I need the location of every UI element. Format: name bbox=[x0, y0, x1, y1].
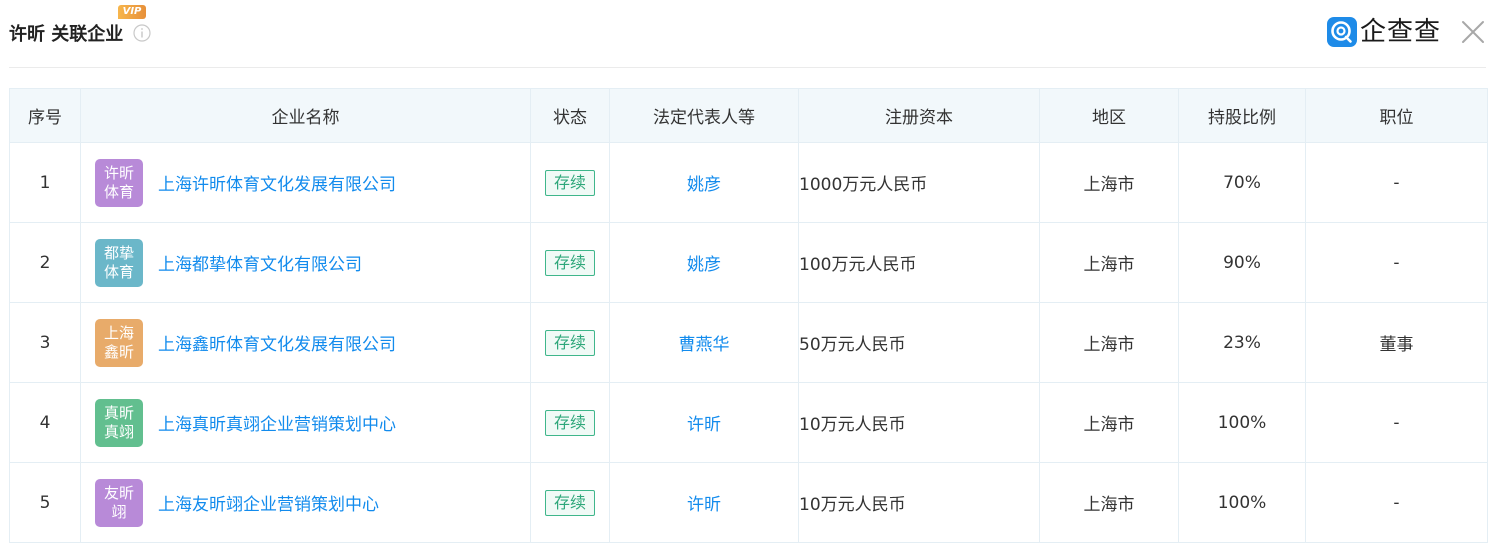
region-cell: 上海市 bbox=[1039, 222, 1179, 303]
position-cell: - bbox=[1305, 462, 1488, 543]
column-header-representative: 法定代表人等 bbox=[609, 88, 799, 143]
row-index: 3 bbox=[9, 302, 81, 383]
company-name-link[interactable]: 上海真昕真翊企业营销策划中心 bbox=[158, 410, 396, 435]
representative-cell: 许昕 bbox=[609, 382, 799, 463]
table-row: 3 上海 鑫昕 上海鑫昕体育文化发展有限公司 存续 曹燕华 50万元人民币 上海… bbox=[9, 302, 1488, 383]
company-avatar: 许昕 体育 bbox=[95, 158, 143, 207]
close-icon[interactable] bbox=[1460, 19, 1486, 45]
column-header-position: 职位 bbox=[1305, 88, 1488, 143]
company-cell: 真昕 真翊 上海真昕真翊企业营销策划中心 bbox=[80, 382, 531, 463]
status-cell: 存续 bbox=[530, 302, 610, 383]
company-name-link[interactable]: 上海都挚体育文化有限公司 bbox=[158, 250, 362, 275]
representative-cell: 姚彦 bbox=[609, 222, 799, 303]
qichacha-logo-icon bbox=[1327, 17, 1357, 47]
avatar-text-line: 都挚 bbox=[103, 243, 134, 262]
table-header-row: 序号 企业名称 状态 法定代表人等 注册资本 地区 持股比例 职位 bbox=[9, 88, 1488, 143]
row-index: 4 bbox=[9, 382, 81, 463]
status-badge: 存续 bbox=[544, 489, 595, 516]
capital-cell: 10万元人民币 bbox=[798, 462, 1040, 543]
company-name-link[interactable]: 上海许昕体育文化发展有限公司 bbox=[158, 170, 396, 195]
company-name-link[interactable]: 上海鑫昕体育文化发展有限公司 bbox=[158, 330, 396, 355]
region-cell: 上海市 bbox=[1039, 462, 1179, 543]
position-cell: - bbox=[1305, 142, 1488, 223]
table-row: 2 都挚 体育 上海都挚体育文化有限公司 存续 姚彦 100万元人民币 上海市 … bbox=[9, 222, 1488, 303]
qichacha-logo: 企查查 bbox=[1327, 17, 1447, 47]
region-cell: 上海市 bbox=[1039, 142, 1179, 223]
row-index: 2 bbox=[9, 222, 81, 303]
column-header-share: 持股比例 bbox=[1178, 88, 1306, 143]
column-header-company: 企业名称 bbox=[80, 88, 531, 143]
share-cell: 90% bbox=[1178, 222, 1306, 303]
representative-link[interactable]: 许昕 bbox=[687, 415, 721, 435]
share-cell: 70% bbox=[1178, 142, 1306, 223]
company-avatar: 都挚 体育 bbox=[95, 238, 143, 287]
row-index: 5 bbox=[9, 462, 81, 543]
capital-cell: 1000万元人民币 bbox=[798, 142, 1040, 223]
status-cell: 存续 bbox=[530, 142, 610, 223]
avatar-text-line: 许昕 bbox=[103, 163, 134, 182]
position-cell: - bbox=[1305, 222, 1488, 303]
header-divider bbox=[9, 67, 1486, 68]
company-name-link[interactable]: 上海友昕翊企业营销策划中心 bbox=[158, 490, 379, 515]
avatar-text-line: 翊 bbox=[111, 502, 127, 521]
avatar-text-line: 鑫昕 bbox=[103, 342, 134, 361]
status-cell: 存续 bbox=[530, 382, 610, 463]
avatar-text-line: 体育 bbox=[103, 182, 134, 201]
representative-link[interactable]: 许昕 bbox=[687, 495, 721, 515]
status-badge: 存续 bbox=[544, 409, 595, 436]
company-cell: 许昕 体育 上海许昕体育文化发展有限公司 bbox=[80, 142, 531, 223]
avatar-text-line: 友昕 bbox=[103, 483, 134, 502]
region-cell: 上海市 bbox=[1039, 302, 1179, 383]
table-row: 5 友昕 翊 上海友昕翊企业营销策划中心 存续 许昕 10万元人民币 上海市 1… bbox=[9, 462, 1488, 543]
representative-link[interactable]: 姚彦 bbox=[687, 175, 721, 195]
company-cell: 上海 鑫昕 上海鑫昕体育文化发展有限公司 bbox=[80, 302, 531, 383]
table-row: 4 真昕 真翊 上海真昕真翊企业营销策划中心 存续 许昕 10万元人民币 上海市… bbox=[9, 382, 1488, 463]
representative-cell: 曹燕华 bbox=[609, 302, 799, 383]
representative-cell: 姚彦 bbox=[609, 142, 799, 223]
avatar-text-line: 真翊 bbox=[103, 422, 134, 441]
company-avatar: 上海 鑫昕 bbox=[95, 318, 143, 367]
column-header-region: 地区 bbox=[1039, 88, 1179, 143]
region-cell: 上海市 bbox=[1039, 382, 1179, 463]
column-header-status: 状态 bbox=[530, 88, 610, 143]
capital-cell: 100万元人民币 bbox=[798, 222, 1040, 303]
info-circle-icon[interactable] bbox=[133, 24, 151, 42]
dialog-header: 许昕 关联企业 VIP 企查查 bbox=[0, 0, 1511, 67]
share-cell: 100% bbox=[1178, 462, 1306, 543]
logo-text: 企查查 bbox=[1360, 17, 1442, 47]
related-companies-table: 序号 企业名称 状态 法定代表人等 注册资本 地区 持股比例 职位 1 许昕 体… bbox=[9, 88, 1488, 543]
column-header-capital: 注册资本 bbox=[798, 88, 1040, 143]
capital-cell: 10万元人民币 bbox=[798, 382, 1040, 463]
row-index: 1 bbox=[9, 142, 81, 223]
company-avatar: 真昕 真翊 bbox=[95, 398, 143, 447]
dialog-title: 许昕 关联企业 bbox=[9, 24, 124, 45]
capital-cell: 50万元人民币 bbox=[798, 302, 1040, 383]
avatar-text-line: 上海 bbox=[103, 323, 134, 342]
share-cell: 23% bbox=[1178, 302, 1306, 383]
share-cell: 100% bbox=[1178, 382, 1306, 463]
company-cell: 都挚 体育 上海都挚体育文化有限公司 bbox=[80, 222, 531, 303]
status-badge: 存续 bbox=[544, 169, 595, 196]
representative-link[interactable]: 曹燕华 bbox=[679, 335, 730, 355]
avatar-text-line: 体育 bbox=[103, 262, 134, 281]
vip-badge: VIP bbox=[118, 5, 146, 19]
status-badge: 存续 bbox=[544, 329, 595, 356]
representative-link[interactable]: 姚彦 bbox=[687, 255, 721, 275]
status-cell: 存续 bbox=[530, 222, 610, 303]
company-cell: 友昕 翊 上海友昕翊企业营销策划中心 bbox=[80, 462, 531, 543]
company-avatar: 友昕 翊 bbox=[95, 478, 143, 527]
position-cell: - bbox=[1305, 382, 1488, 463]
position-cell: 董事 bbox=[1305, 302, 1488, 383]
table-row: 1 许昕 体育 上海许昕体育文化发展有限公司 存续 姚彦 1000万元人民币 上… bbox=[9, 142, 1488, 223]
column-header-index: 序号 bbox=[9, 88, 81, 143]
status-cell: 存续 bbox=[530, 462, 610, 543]
representative-cell: 许昕 bbox=[609, 462, 799, 543]
status-badge: 存续 bbox=[544, 249, 595, 276]
avatar-text-line: 真昕 bbox=[103, 403, 134, 422]
